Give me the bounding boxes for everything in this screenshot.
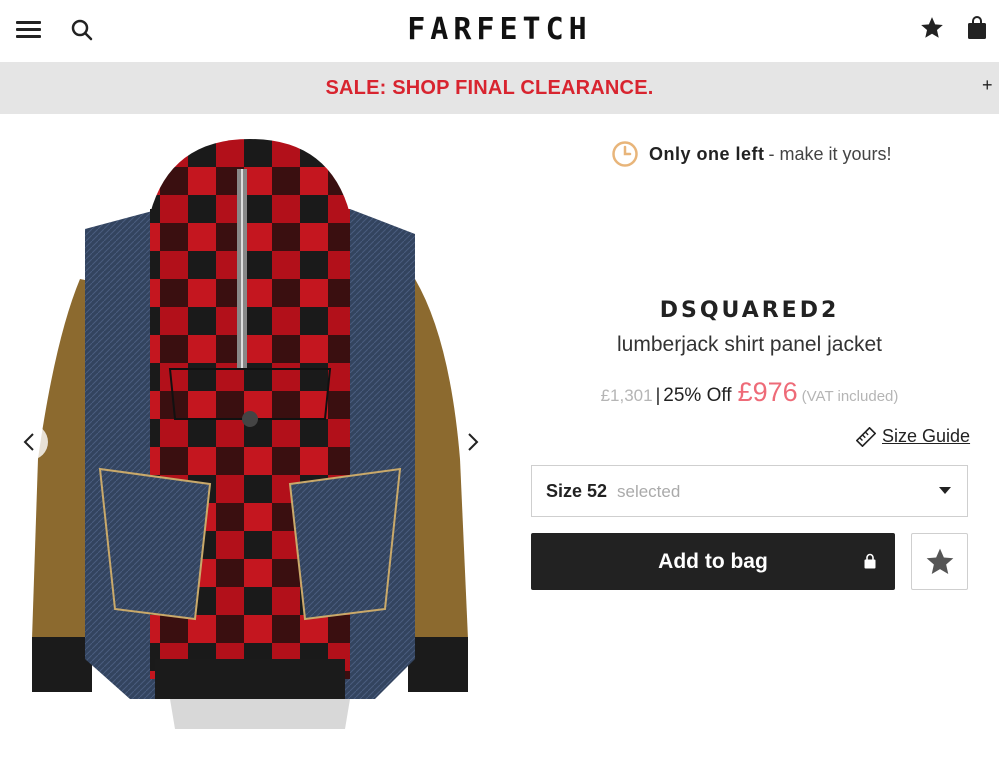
original-price: £1,301 <box>600 386 653 405</box>
size-guide-label[interactable]: Size Guide <box>882 426 970 447</box>
product-image[interactable] <box>20 139 490 749</box>
add-to-bag-label: Add to bag <box>658 550 768 573</box>
sale-banner-text[interactable]: SALE: SHOP FINAL CLEARANCE. <box>0 77 979 100</box>
caret-down-icon <box>939 487 951 494</box>
ruler-icon <box>856 426 876 447</box>
star-icon <box>926 548 954 574</box>
discount-label: 25% Off <box>663 385 732 406</box>
stock-notice: Only one left - make it yours! <box>611 140 892 168</box>
farfetch-logo[interactable]: FARFETCH <box>0 12 999 47</box>
size-hint: selected <box>617 482 681 501</box>
add-to-wishlist-button[interactable] <box>911 533 968 590</box>
product-name: lumberjack shirt panel jacket <box>617 333 882 356</box>
top-header: FARFETCH <box>0 0 999 62</box>
chevron-right-icon[interactable] <box>454 424 490 460</box>
sale-price: £976 <box>737 377 798 407</box>
lock-icon <box>864 553 876 569</box>
price-row: £1,301 | 25% Off £976 (VAT included) <box>500 377 999 408</box>
banner-expand-icon[interactable]: + <box>982 75 993 96</box>
product-gallery <box>0 114 500 769</box>
stock-count-text: Only one left <box>649 143 765 164</box>
stock-message-text: - make it yours! <box>768 143 892 164</box>
sale-banner[interactable]: SALE: SHOP FINAL CLEARANCE. + <box>0 62 999 114</box>
size-value: Size 52 <box>546 481 608 501</box>
shopping-bag-icon[interactable] <box>966 16 988 40</box>
clock-icon <box>612 141 638 167</box>
brand-name[interactable]: DSQUARED2 <box>500 298 999 323</box>
add-to-bag-button[interactable]: Add to bag <box>531 533 895 590</box>
size-guide-link[interactable]: Size Guide <box>856 426 970 447</box>
star-icon[interactable] <box>919 15 945 41</box>
product-details: Only one left - make it yours! DSQUARED2… <box>500 114 999 769</box>
vat-note: (VAT included) <box>801 388 899 405</box>
price-separator: | <box>655 385 661 405</box>
chevron-left-icon[interactable] <box>12 424 48 460</box>
size-dropdown[interactable]: Size 52 selected <box>531 465 968 517</box>
